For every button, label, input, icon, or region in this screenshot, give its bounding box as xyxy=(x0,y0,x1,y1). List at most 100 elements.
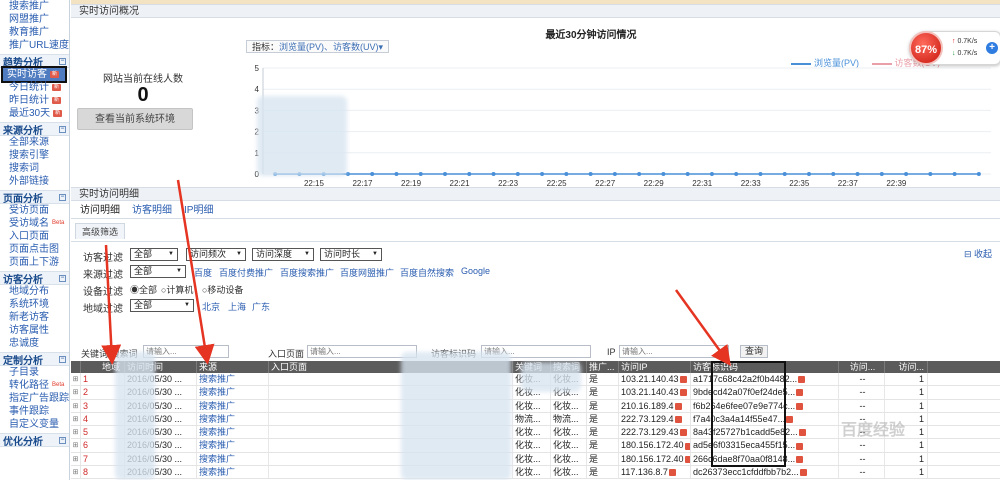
metric-selector[interactable]: 指标：浏览量(PV)、访客数(UV)▾ xyxy=(246,40,390,53)
sidebar-item-2-0[interactable]: 全部来源 xyxy=(0,136,69,149)
sidebar-group-6[interactable]: 优化分析 − xyxy=(0,433,69,448)
plus-icon[interactable]: + xyxy=(986,42,998,54)
region-filter-select[interactable]: 全部 xyxy=(130,299,194,312)
row-expand-icon[interactable]: ⊞ xyxy=(71,386,81,399)
sidebar-item-5-1[interactable]: 转化路径 Beta xyxy=(0,379,69,392)
collapse-toggle-icon[interactable]: − xyxy=(59,436,66,444)
source-cell[interactable]: 搜索推广 xyxy=(197,373,269,386)
header-visit-ip[interactable]: 访问IP xyxy=(619,361,691,373)
sidebar-group-3[interactable]: 页面分析 − xyxy=(0,190,69,205)
sidebar-item-5-0[interactable]: 子目录 xyxy=(0,366,69,379)
row-expand-icon[interactable]: ⊞ xyxy=(71,452,81,466)
sidebar-item-2-3[interactable]: 外部链接 xyxy=(0,175,69,188)
external-link-icon[interactable] xyxy=(679,389,687,397)
sidebar-item-4-3[interactable]: 访客属性 xyxy=(0,324,69,337)
external-link-icon[interactable] xyxy=(796,442,804,450)
sidebar-item-5-4[interactable]: 自定义变量 xyxy=(0,418,69,431)
external-link-icon[interactable] xyxy=(679,429,687,437)
source-filter-select[interactable]: 全部 xyxy=(130,265,186,278)
table-row[interactable]: ⊞72016/05/30 ...搜索推广化妆...化妆...是180.156.1… xyxy=(71,452,1000,467)
header-visit-count[interactable]: 访问... xyxy=(885,361,928,373)
external-link-icon[interactable] xyxy=(786,416,794,424)
external-link-icon[interactable] xyxy=(798,429,806,437)
visit-duration-select[interactable]: 访问时长 xyxy=(320,248,382,261)
sidebar-item-2-2[interactable]: 搜索词 xyxy=(0,162,69,175)
source-link-baidu-organic[interactable]: 百度自然搜索 xyxy=(400,266,454,279)
sidebar-item-1-2[interactable]: 昨日统计新 xyxy=(0,94,69,107)
source-cell[interactable]: 搜索推广 xyxy=(197,452,269,466)
collapse-toggle-icon[interactable]: − xyxy=(59,57,66,65)
row-expand-icon[interactable]: ⊞ xyxy=(71,399,81,412)
collapse-link[interactable]: ⊟ 收起 xyxy=(964,247,992,260)
sidebar-item-1-3[interactable]: 最近30天新 xyxy=(0,107,69,120)
external-link-icon[interactable] xyxy=(796,402,804,410)
table-row[interactable]: ⊞82016/05/30 ...搜索推广化妆...化妆...是117.136.8… xyxy=(71,466,1000,480)
header-source[interactable]: 来源 xyxy=(197,361,269,373)
sidebar-item-3-2[interactable]: 入口页面 xyxy=(0,230,69,243)
external-link-icon[interactable] xyxy=(674,402,682,410)
sidebar-item-1-0[interactable]: 实时访客新 xyxy=(1,66,67,83)
region-link-beijing[interactable]: 北京 xyxy=(202,300,220,313)
region-link-guangdong[interactable]: 广东 xyxy=(252,300,270,313)
external-link-icon[interactable] xyxy=(668,469,676,477)
external-link-icon[interactable] xyxy=(799,469,807,477)
source-link-baidu-search[interactable]: 百度搜索推广 xyxy=(280,266,334,279)
sidebar-item-3-4[interactable]: 页面上下游 xyxy=(0,256,69,269)
network-speed-widget[interactable]: 87% ↑ 0.7K/s ↓ 0.7K/s + xyxy=(909,31,1000,65)
row-expand-icon[interactable]: ⊞ xyxy=(71,466,81,479)
header-visit-duration[interactable]: 访问... xyxy=(839,361,885,373)
sidebar-item-5-2[interactable]: 指定广告跟踪 xyxy=(0,392,69,405)
header-promotion[interactable]: 推广... xyxy=(587,361,619,373)
sidebar-item-4-1[interactable]: 系统环境 xyxy=(0,298,69,311)
collapse-toggle-icon[interactable]: − xyxy=(59,355,66,363)
sidebar-group-5[interactable]: 定制分析 − xyxy=(0,352,69,367)
sidebar-group-4[interactable]: 访客分析 − xyxy=(0,271,69,286)
row-expand-icon[interactable]: ⊞ xyxy=(71,439,81,452)
sidebar-item-3-0[interactable]: 受访页面 xyxy=(0,204,69,217)
device-radio-all[interactable]: ◉全部 xyxy=(130,283,157,296)
sidebar-item-4-2[interactable]: 新老访客 xyxy=(0,311,69,324)
sidebar-item-5-3[interactable]: 事件跟踪 xyxy=(0,405,69,418)
tab-visit-detail[interactable]: 访问明细 xyxy=(77,204,123,218)
query-button[interactable]: 查询 xyxy=(740,345,769,358)
source-link-baidu-paid[interactable]: 百度付费推广 xyxy=(219,266,273,279)
source-cell[interactable]: 搜索推广 xyxy=(197,466,269,479)
device-radio-mobile[interactable]: ○移动设备 xyxy=(202,283,243,296)
sidebar-item-4-4[interactable]: 忠诚度 xyxy=(0,337,69,350)
sidebar-item-1-1[interactable]: 今日统计新 xyxy=(0,81,69,94)
source-cell[interactable]: 搜索推广 xyxy=(197,412,269,426)
table-row[interactable]: ⊞32016/05/30 ...搜索推广化妆...化妆...是210.16.18… xyxy=(71,399,1000,413)
speed-ball[interactable]: 87% xyxy=(909,31,943,65)
tab-ip-detail[interactable]: IP明细 xyxy=(181,204,216,218)
visit-depth-select[interactable]: 访问深度 xyxy=(252,248,314,261)
row-expand-icon[interactable]: ⊞ xyxy=(71,373,81,386)
sidebar-item-3-3[interactable]: 页面点击图 xyxy=(0,243,69,256)
source-cell[interactable]: 搜索推广 xyxy=(197,399,269,412)
source-link-baidu[interactable]: 百度 xyxy=(194,266,212,279)
row-expand-icon[interactable]: ⊞ xyxy=(71,426,81,439)
external-link-icon[interactable] xyxy=(796,455,804,463)
region-link-shanghai[interactable]: 上海 xyxy=(228,300,246,313)
collapse-toggle-icon[interactable]: − xyxy=(59,193,66,201)
sidebar-item-4-0[interactable]: 地域分布 xyxy=(0,285,69,298)
collapse-toggle-icon[interactable]: − xyxy=(59,125,66,133)
advanced-filter-tab[interactable]: 高级筛选 xyxy=(75,223,126,239)
source-link-baidu-union[interactable]: 百度网盟推广 xyxy=(340,266,394,279)
external-link-icon[interactable] xyxy=(679,376,687,384)
external-link-icon[interactable] xyxy=(798,376,806,384)
sidebar-item-0-0[interactable]: 搜索推广 xyxy=(0,0,69,13)
external-link-icon[interactable] xyxy=(674,416,682,424)
device-radio-computer[interactable]: ○计算机 xyxy=(161,283,193,296)
sidebar-item-0-2[interactable]: 教育推广 xyxy=(0,26,69,39)
collapse-toggle-icon[interactable]: − xyxy=(59,274,66,282)
sidebar-item-2-1[interactable]: 搜索引擎 xyxy=(0,149,69,162)
sidebar-item-0-1[interactable]: 网盟推广 xyxy=(0,13,69,26)
table-row[interactable]: ⊞62016/05/30 ...搜索推广化妆...化妆...是180.156.1… xyxy=(71,439,1000,453)
ip-input[interactable] xyxy=(619,345,729,358)
source-cell[interactable]: 搜索推广 xyxy=(197,386,269,399)
source-cell[interactable]: 搜索推广 xyxy=(197,439,269,452)
view-system-env-button[interactable]: 查看当前系统环境 xyxy=(77,108,193,130)
visit-frequency-select[interactable]: 访问频次 xyxy=(186,248,246,261)
source-cell[interactable]: 搜索推广 xyxy=(197,426,269,439)
visitor-filter-select[interactable]: 全部 xyxy=(130,248,178,261)
